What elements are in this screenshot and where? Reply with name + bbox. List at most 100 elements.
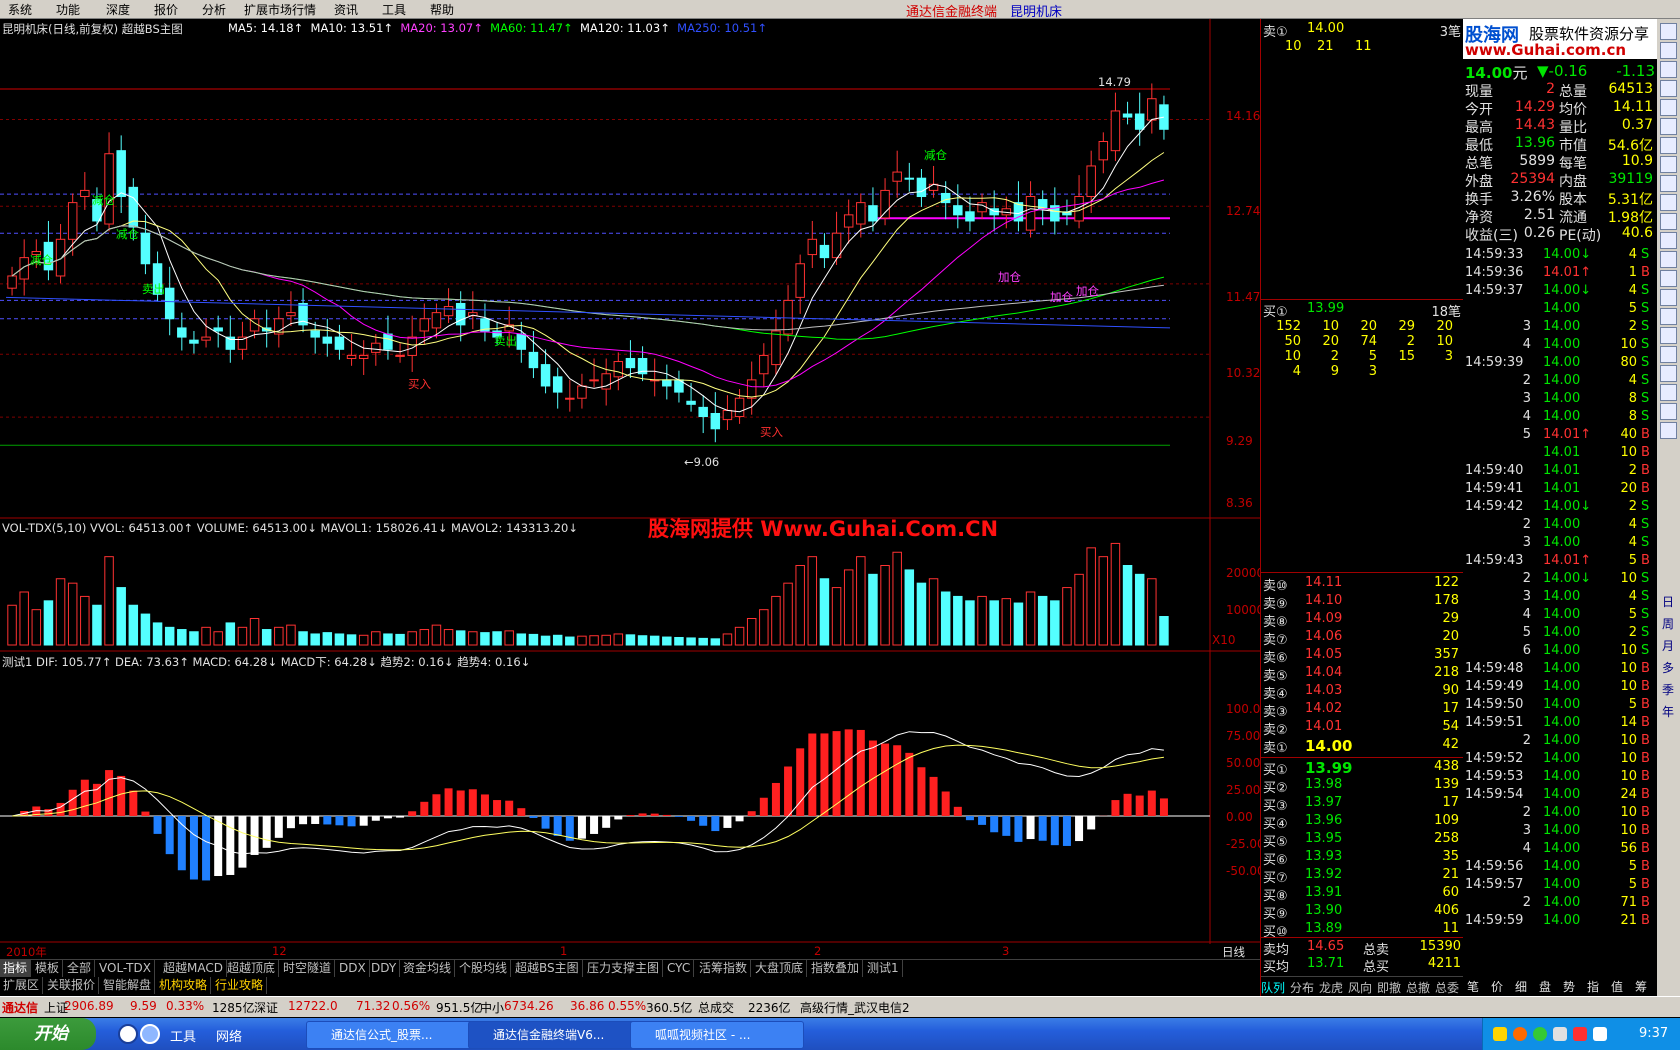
menu-news[interactable]: 资讯 <box>334 1 358 18</box>
indicator-tab[interactable]: 超越BS主图 <box>512 960 583 977</box>
tool-icon[interactable] <box>1660 61 1677 78</box>
indicator-tab[interactable]: 大盘顶底 <box>752 960 808 977</box>
quote-tab[interactable]: 总撤 <box>1406 979 1430 996</box>
indicator-tab[interactable]: VOL-TDX <box>96 960 155 977</box>
indicator-tab[interactable]: CYC <box>664 960 695 977</box>
tick-tab[interactable]: 细 <box>1515 978 1527 995</box>
start-button[interactable]: 开始 <box>0 1018 96 1050</box>
kline-chart[interactable] <box>0 19 1260 944</box>
indicator-tab[interactable]: DDX <box>336 960 370 977</box>
toolbar-tools[interactable]: 工具 <box>170 1026 196 1045</box>
indicator-tab[interactable]: 超越顶底 <box>224 960 280 977</box>
extended-tab[interactable]: 行业攻略 <box>212 977 268 994</box>
menu-analysis[interactable]: 分析 <box>202 1 226 18</box>
ma60-label: MA60: 11.47↑ <box>490 21 573 35</box>
menu-quote[interactable]: 报价 <box>154 1 178 18</box>
menu-help[interactable]: 帮助 <box>430 1 454 18</box>
extended-tab[interactable]: 智能解盘 <box>100 977 156 994</box>
clock[interactable]: 9:37 <box>1639 1026 1668 1041</box>
period-selector[interactable]: 周 <box>1662 615 1674 632</box>
volume-icon[interactable] <box>1553 1027 1567 1041</box>
chart-area[interactable]: 昆明机床(日线,前复权) 超越BS主图 MA5: 14.18↑ MA10: 13… <box>0 19 1265 959</box>
tool-icon[interactable] <box>1660 403 1677 420</box>
candle-body <box>346 354 357 359</box>
indicator-tab[interactable]: DDY <box>368 960 401 977</box>
tray-icon[interactable] <box>1573 1027 1587 1041</box>
indicator-tab[interactable]: 超越MACD <box>160 960 227 977</box>
quote-tab[interactable]: 总委 <box>1435 979 1459 996</box>
quote-tab[interactable]: 队列 <box>1261 979 1285 996</box>
tool-icon[interactable] <box>1660 118 1677 135</box>
quote-tab[interactable]: 分布 <box>1290 979 1314 996</box>
indicator-tab[interactable]: 指标 <box>0 960 32 977</box>
extended-tab[interactable]: 机构攻略 <box>156 977 212 994</box>
tick-tab[interactable]: 筹 <box>1635 978 1647 995</box>
tick-tab[interactable]: 笔 <box>1467 978 1479 995</box>
period-selector[interactable]: 多 <box>1662 659 1674 676</box>
toolbar-network[interactable]: 网络 <box>216 1026 242 1045</box>
candle-body <box>734 397 745 418</box>
tool-icon[interactable] <box>1660 156 1677 173</box>
menu-system[interactable]: 系统 <box>8 1 32 18</box>
indicator-tab[interactable]: 模板 <box>32 960 64 977</box>
tray-icon[interactable] <box>1493 1027 1507 1041</box>
tool-icon[interactable] <box>1660 194 1677 211</box>
period-selector[interactable]: 月 <box>1662 637 1674 654</box>
tool-icon[interactable] <box>1660 232 1677 249</box>
quote-tab[interactable]: 龙虎 <box>1319 979 1343 996</box>
task-guagua[interactable]: 呱呱视频社区 - ... <box>630 1021 804 1049</box>
tick-tab[interactable]: 值 <box>1611 978 1623 995</box>
queue-qty: 10 <box>1285 39 1302 54</box>
tick-tab[interactable]: 指 <box>1587 978 1599 995</box>
indicator-tab[interactable]: 活筹指数 <box>696 960 752 977</box>
indicator-tab[interactable]: 时空隧道 <box>280 960 336 977</box>
tool-icon[interactable] <box>1660 80 1677 97</box>
task-formula[interactable]: 通达信公式_股票... <box>306 1021 480 1049</box>
tool-icon[interactable] <box>1660 289 1677 306</box>
tool-icon[interactable] <box>1660 422 1677 439</box>
network-icon[interactable] <box>1593 1027 1607 1041</box>
tick-side: S <box>1641 643 1650 658</box>
candle-body <box>213 327 223 332</box>
indicator-tab[interactable]: 资金均线 <box>400 960 456 977</box>
tool-icon[interactable] <box>1660 213 1677 230</box>
ie-icon[interactable] <box>118 1024 138 1044</box>
indicator-tab[interactable]: 压力支撑主图 <box>584 960 664 977</box>
indicator-tab[interactable]: 全部 <box>64 960 96 977</box>
menu-tools[interactable]: 工具 <box>382 1 406 18</box>
indicator-tab[interactable]: 个股均线 <box>456 960 512 977</box>
menu-extended-market[interactable]: 扩展市场行情 <box>244 1 316 18</box>
period-label[interactable]: 日线 <box>1222 944 1245 960</box>
tool-icon[interactable] <box>1660 99 1677 116</box>
tool-icon[interactable] <box>1660 365 1677 382</box>
menu-depth[interactable]: 深度 <box>106 1 130 18</box>
task-tdx-terminal[interactable]: 通达信金融终端V6... <box>468 1021 642 1049</box>
tool-icon[interactable] <box>1660 175 1677 192</box>
extended-tab[interactable]: 扩展区 <box>0 977 44 994</box>
tick-tab[interactable]: 盘 <box>1539 978 1551 995</box>
tool-icon[interactable] <box>1660 346 1677 363</box>
indicator-tab[interactable]: 测试1 <box>864 960 903 977</box>
tool-icon[interactable] <box>1660 308 1677 325</box>
tool-icon[interactable] <box>1660 23 1677 40</box>
browser-icon[interactable] <box>140 1024 160 1044</box>
menu-function[interactable]: 功能 <box>56 1 80 18</box>
period-selector[interactable]: 季 <box>1662 681 1674 698</box>
tool-icon[interactable] <box>1660 270 1677 287</box>
tray-icon[interactable] <box>1513 1027 1527 1041</box>
quote-tab[interactable]: 即撤 <box>1377 979 1401 996</box>
tick-tab[interactable]: 价 <box>1491 978 1503 995</box>
extended-tab[interactable]: 关联报价 <box>44 977 100 994</box>
quote-tab[interactable]: 风向 <box>1348 979 1372 996</box>
tick-tab[interactable]: 势 <box>1563 978 1575 995</box>
tool-icon[interactable] <box>1660 42 1677 59</box>
tool-icon[interactable] <box>1660 137 1677 154</box>
indicator-tab[interactable]: 指数叠加 <box>808 960 864 977</box>
tick-volume: 5 <box>1628 301 1637 316</box>
tool-icon[interactable] <box>1660 251 1677 268</box>
period-selector[interactable]: 日 <box>1662 593 1674 610</box>
period-selector[interactable]: 年 <box>1662 703 1674 720</box>
tray-icon[interactable] <box>1533 1027 1547 1041</box>
tool-icon[interactable] <box>1660 327 1677 344</box>
tool-icon[interactable] <box>1660 384 1677 401</box>
